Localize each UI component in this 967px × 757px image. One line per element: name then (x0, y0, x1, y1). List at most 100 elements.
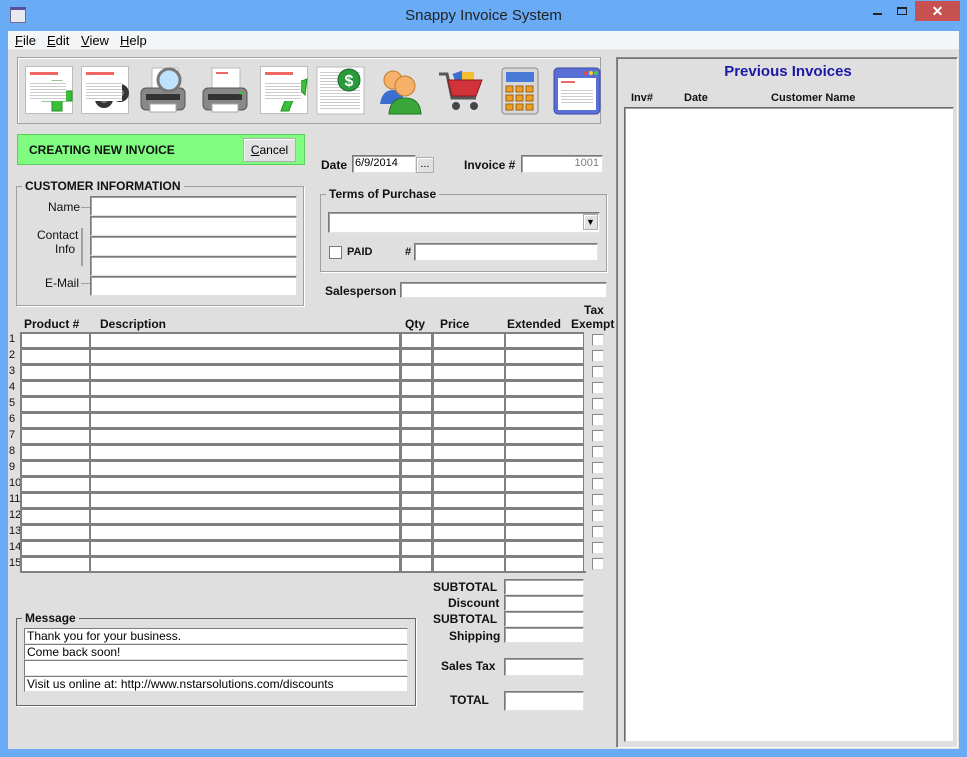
qty-cell[interactable] (400, 476, 432, 492)
qty-cell[interactable] (400, 556, 432, 572)
tax-exempt-checkbox[interactable] (592, 414, 604, 426)
qty-cell[interactable] (400, 412, 432, 428)
extended-cell[interactable] (504, 332, 584, 348)
extended-cell[interactable] (504, 540, 584, 556)
extended-cell[interactable] (504, 412, 584, 428)
tax-exempt-checkbox[interactable] (592, 510, 604, 522)
customers-button[interactable] (376, 66, 426, 116)
check-number-input[interactable] (414, 243, 598, 261)
extended-cell[interactable] (504, 460, 584, 476)
qty-cell[interactable] (400, 524, 432, 540)
price-cell[interactable] (432, 508, 505, 524)
price-cell[interactable] (432, 380, 505, 396)
qty-cell[interactable] (400, 380, 432, 396)
print-button[interactable] (200, 66, 250, 116)
product-number-cell[interactable] (20, 492, 90, 508)
product-number-cell[interactable] (20, 444, 90, 460)
description-cell[interactable] (89, 492, 400, 508)
qty-cell[interactable] (400, 540, 432, 556)
product-number-cell[interactable] (20, 476, 90, 492)
extended-cell[interactable] (504, 444, 584, 460)
qty-cell[interactable] (400, 508, 432, 524)
qty-cell[interactable] (400, 332, 432, 348)
description-cell[interactable] (89, 556, 400, 572)
qty-cell[interactable] (400, 444, 432, 460)
discount-field[interactable] (504, 595, 584, 611)
description-cell[interactable] (89, 540, 400, 556)
contact-line-2-input[interactable] (90, 236, 297, 256)
chevron-down-icon[interactable]: ▼ (583, 214, 598, 230)
salesperson-input[interactable] (400, 282, 607, 298)
price-cell[interactable] (432, 396, 505, 412)
product-number-cell[interactable] (20, 460, 90, 476)
email-input[interactable] (90, 276, 297, 296)
tax-exempt-checkbox[interactable] (592, 478, 604, 490)
maximize-button[interactable] (888, 1, 916, 21)
message-line-2-input[interactable]: Come back soon! (24, 644, 408, 660)
menu-view[interactable]: View (81, 33, 109, 48)
product-number-cell[interactable] (20, 332, 90, 348)
subtotal2-field[interactable] (504, 611, 584, 627)
terms-dropdown[interactable]: ▼ (328, 212, 600, 233)
tax-exempt-checkbox[interactable] (592, 366, 604, 378)
invoice-settings-button[interactable] (552, 66, 602, 116)
description-cell[interactable] (89, 396, 400, 412)
extended-cell[interactable] (504, 476, 584, 492)
description-cell[interactable] (89, 364, 400, 380)
tax-exempt-checkbox[interactable] (592, 430, 604, 442)
minimize-button[interactable] (863, 1, 891, 21)
contact-line-3-input[interactable] (90, 256, 297, 276)
date-input[interactable]: 6/9/2014 (352, 155, 416, 173)
message-line-4-input[interactable]: Visit us online at: http://www.nstarsolu… (24, 676, 408, 692)
shipping-field[interactable] (504, 627, 584, 643)
qty-cell[interactable] (400, 428, 432, 444)
qty-cell[interactable] (400, 396, 432, 412)
tax-exempt-checkbox[interactable] (592, 558, 604, 570)
tax-exempt-checkbox[interactable] (592, 542, 604, 554)
price-cell[interactable] (432, 348, 505, 364)
product-number-cell[interactable] (20, 412, 90, 428)
description-cell[interactable] (89, 428, 400, 444)
description-cell[interactable] (89, 348, 400, 364)
price-cell[interactable] (432, 364, 505, 380)
price-cell[interactable] (432, 556, 505, 572)
price-cell[interactable] (432, 492, 505, 508)
find-invoices-button[interactable] (81, 66, 131, 116)
description-cell[interactable] (89, 524, 400, 540)
previous-invoices-list[interactable] (624, 107, 954, 742)
description-cell[interactable] (89, 412, 400, 428)
extended-cell[interactable] (504, 348, 584, 364)
customer-name-input[interactable] (90, 196, 297, 216)
tax-exempt-checkbox[interactable] (592, 462, 604, 474)
tax-exempt-checkbox[interactable] (592, 334, 604, 346)
qty-cell[interactable] (400, 348, 432, 364)
col-customer-name[interactable]: Customer Name (771, 92, 855, 104)
tax-exempt-checkbox[interactable] (592, 398, 604, 410)
message-line-1-input[interactable]: Thank you for your business. (24, 628, 408, 644)
price-cell[interactable] (432, 540, 505, 556)
qty-cell[interactable] (400, 492, 432, 508)
description-cell[interactable] (89, 508, 400, 524)
description-cell[interactable] (89, 444, 400, 460)
product-number-cell[interactable] (20, 348, 90, 364)
product-number-cell[interactable] (20, 524, 90, 540)
total-field[interactable] (504, 691, 584, 711)
tax-exempt-checkbox[interactable] (592, 526, 604, 538)
products-button[interactable] (436, 66, 486, 116)
payments-report-button[interactable]: $ (316, 66, 366, 116)
contact-line-1-input[interactable] (90, 216, 297, 236)
price-cell[interactable] (432, 412, 505, 428)
extended-cell[interactable] (504, 492, 584, 508)
qty-cell[interactable] (400, 460, 432, 476)
extended-cell[interactable] (504, 396, 584, 412)
price-cell[interactable] (432, 428, 505, 444)
tax-exempt-checkbox[interactable] (592, 494, 604, 506)
product-number-cell[interactable] (20, 428, 90, 444)
tax-exempt-checkbox[interactable] (592, 382, 604, 394)
message-line-3-input[interactable] (24, 660, 408, 676)
cancel-button[interactable]: Cancel (243, 138, 296, 162)
description-cell[interactable] (89, 380, 400, 396)
product-number-cell[interactable] (20, 364, 90, 380)
new-invoice-button[interactable] (25, 66, 75, 116)
price-cell[interactable] (432, 460, 505, 476)
